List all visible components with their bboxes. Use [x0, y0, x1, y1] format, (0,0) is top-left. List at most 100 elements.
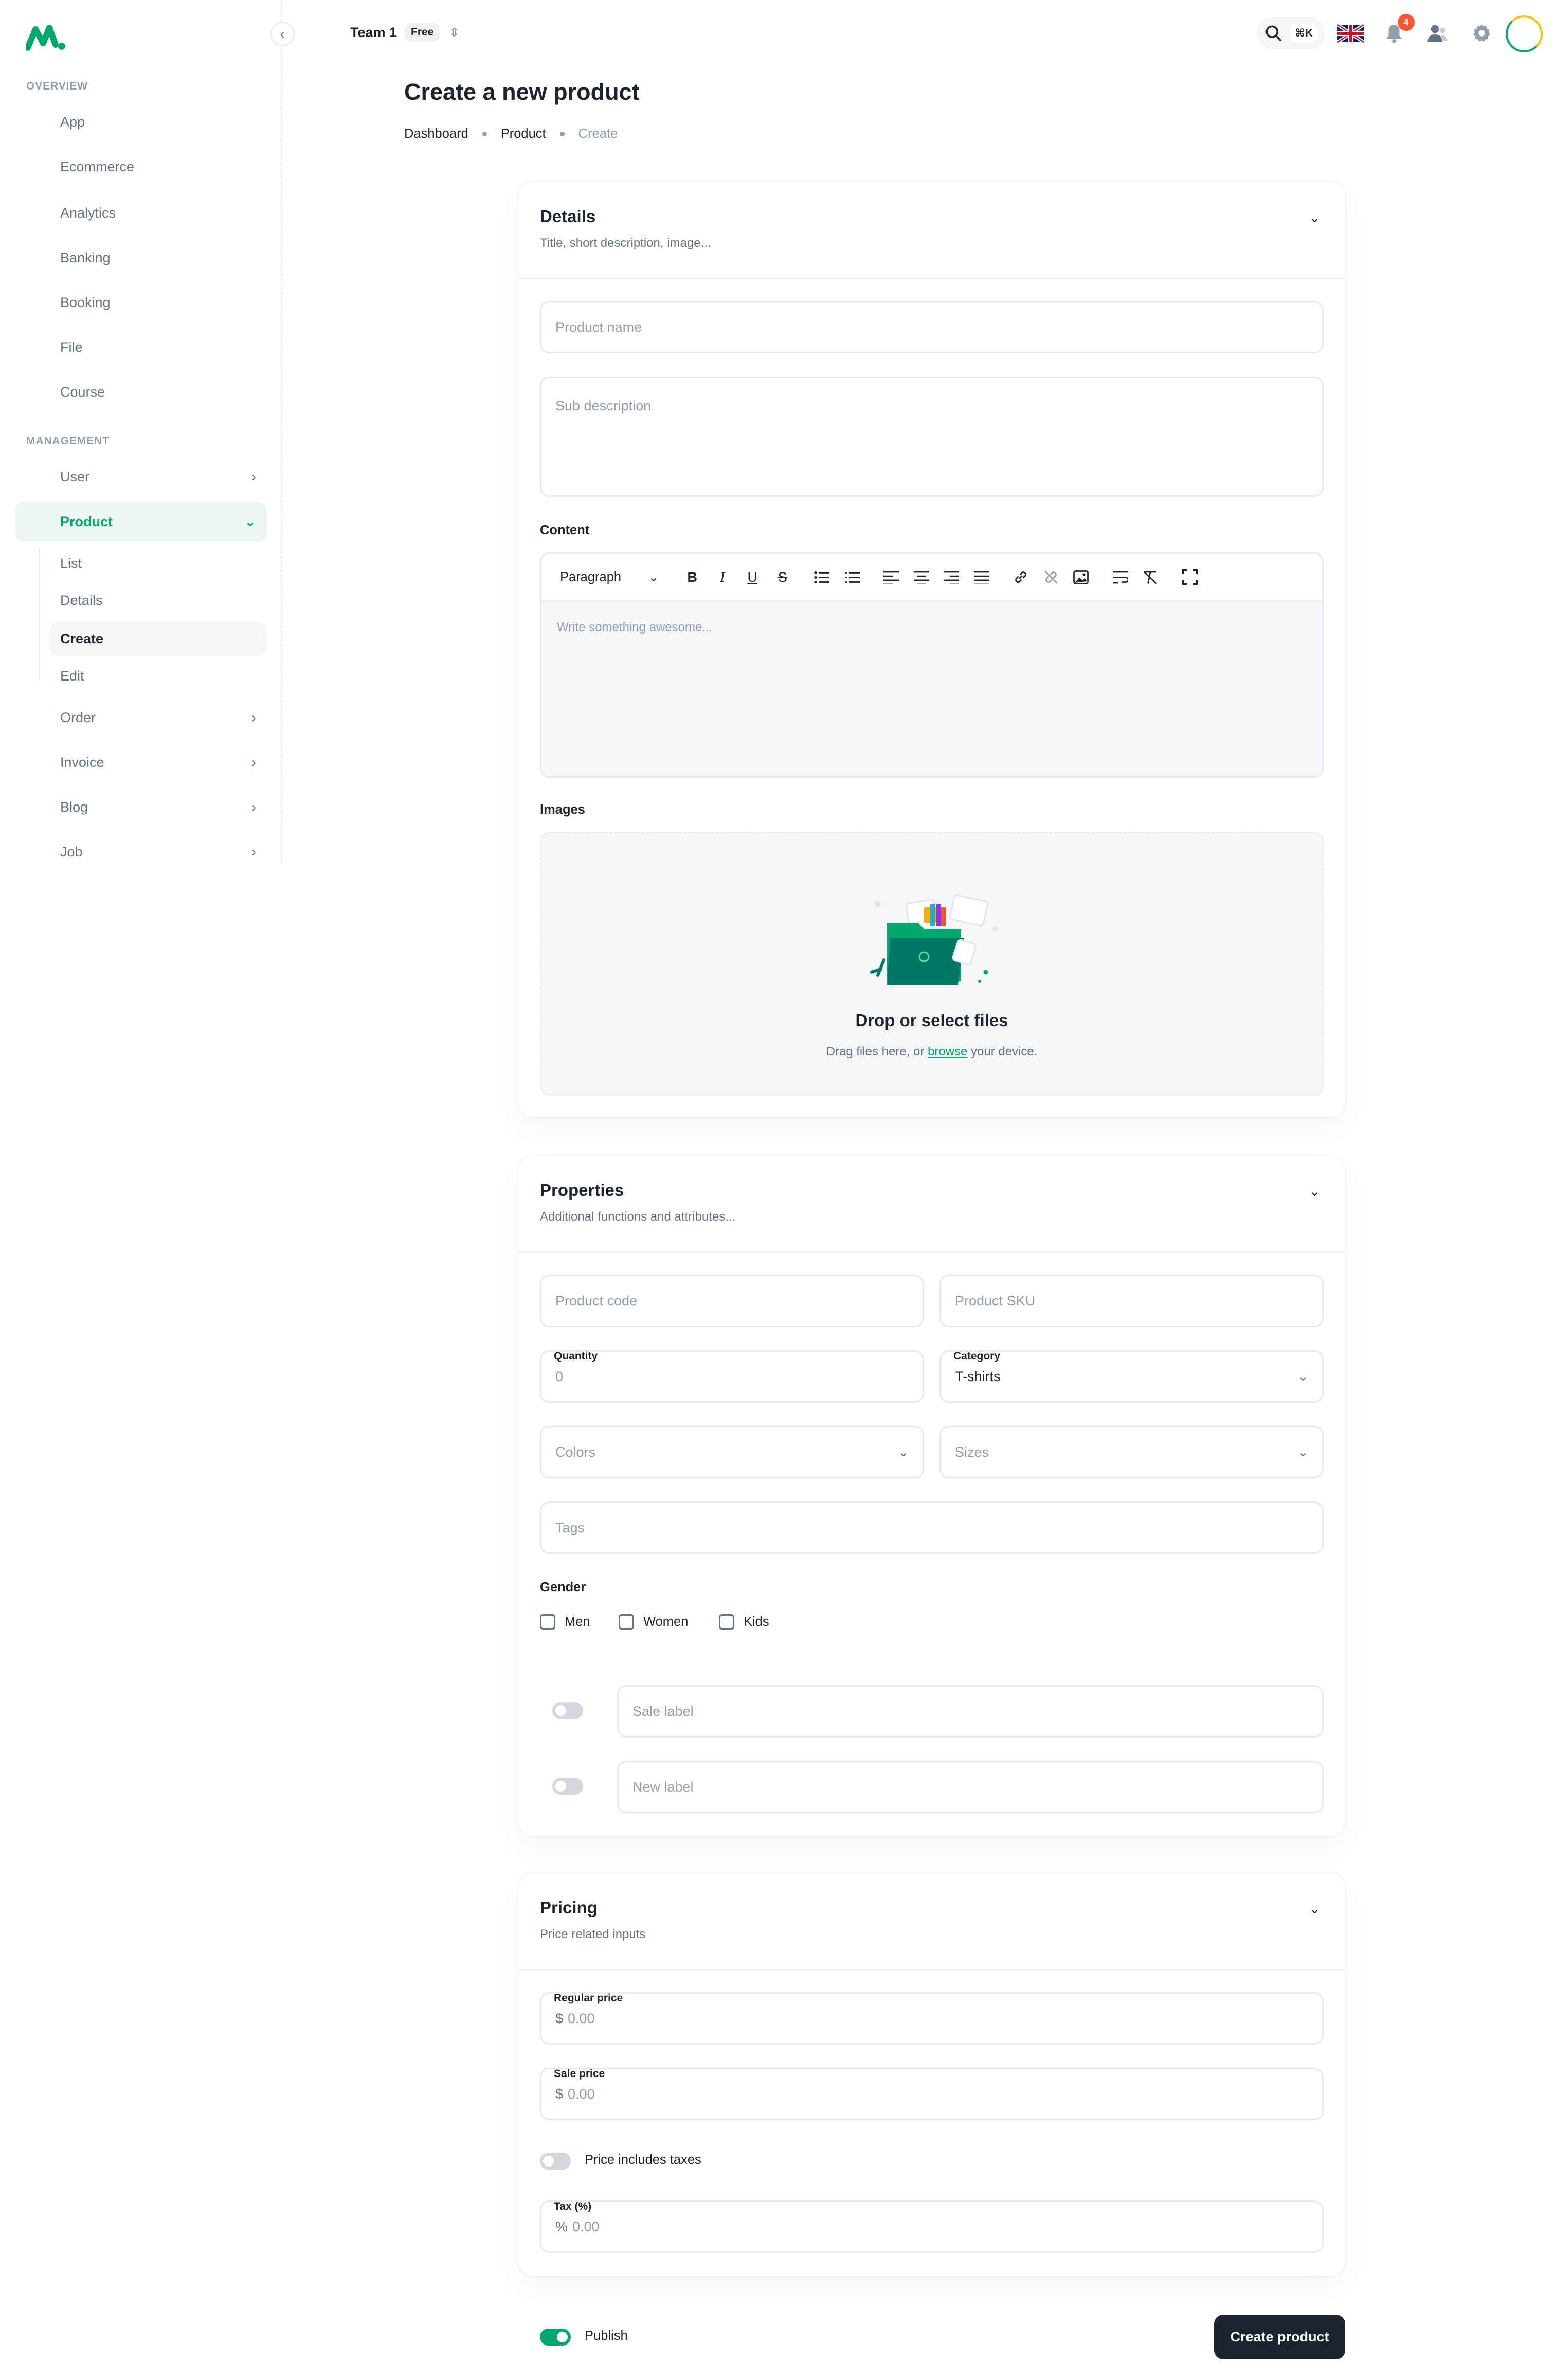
properties-title: Properties	[540, 1180, 624, 1200]
gender-label: Gender	[540, 1580, 586, 1595]
sidebar-item-course[interactable]: Course	[15, 372, 267, 412]
chevron-down-icon[interactable]: ⌄	[1309, 1184, 1321, 1200]
sidebar-subitem-edit[interactable]: Edit	[49, 659, 267, 693]
product-sku-field[interactable]: Product SKU	[939, 1275, 1324, 1327]
gender-women-checkbox[interactable]: Women	[619, 1614, 688, 1630]
paragraph-select[interactable]: Paragraph ⌄	[551, 570, 668, 585]
properties-subtitle: Additional functions and attributes...	[540, 1210, 736, 1224]
chevron-down-icon[interactable]: ⌄	[1309, 1901, 1321, 1917]
italic-icon[interactable]: I	[708, 563, 738, 592]
sidebar-item-invoice[interactable]: Invoice ›	[15, 742, 267, 782]
sale-label-field[interactable]: Sale label	[617, 1685, 1324, 1738]
underline-icon[interactable]: U	[737, 563, 768, 592]
sale-label-toggle[interactable]	[552, 1702, 583, 1719]
team-switcher[interactable]: Team 1 Free ⇕	[350, 23, 460, 42]
align-center-icon[interactable]	[907, 563, 937, 592]
new-label-field[interactable]: New label	[617, 1761, 1324, 1813]
product-code-field[interactable]: Product code	[540, 1275, 924, 1327]
rich-text-editor: Paragraph ⌄ B I U S Write something awes…	[540, 552, 1324, 778]
sub-description-placeholder: Sub description	[555, 398, 652, 414]
checkbox-box	[719, 1614, 734, 1630]
upload-dropzone[interactable]: Drop or select files Drag files here, or…	[540, 832, 1324, 1096]
quantity-field[interactable]: Quantity 0	[540, 1350, 924, 1403]
sale-label-placeholder: Sale label	[632, 1703, 694, 1719]
sidebar-item-booking[interactable]: Booking	[15, 282, 267, 323]
images-label: Images	[540, 802, 585, 817]
align-justify-icon[interactable]	[967, 563, 997, 592]
uk-flag-icon	[1337, 24, 1364, 43]
collapse-sidebar-button[interactable]: ‹	[270, 22, 295, 46]
category-select[interactable]: Category T-shirts ⌄	[939, 1350, 1324, 1403]
gender-kids-checkbox[interactable]: Kids	[719, 1614, 769, 1630]
sidebar-item-app[interactable]: App	[15, 102, 267, 142]
new-label-placeholder: New label	[632, 1779, 694, 1795]
fullscreen-icon[interactable]	[1175, 563, 1205, 592]
tax-field[interactable]: Tax (%) % 0.00	[540, 2200, 1324, 2253]
avatar[interactable]	[1506, 15, 1543, 52]
align-right-icon[interactable]	[936, 563, 967, 592]
search-button[interactable]: ⌘K	[1257, 17, 1325, 49]
sidebar-item-analytics[interactable]: Analytics	[15, 193, 267, 233]
price-includes-taxes-toggle[interactable]	[540, 2153, 571, 2170]
bold-icon[interactable]: B	[677, 563, 708, 592]
chevron-right-icon: ›	[251, 844, 256, 860]
sidebar-subitem-details[interactable]: Details	[49, 583, 267, 617]
pricing-card: Pricing Price related inputs ⌄ Regular p…	[518, 1873, 1345, 2276]
colors-select[interactable]: Colors ⌄	[540, 1426, 924, 1478]
sidebar-item-banking[interactable]: Banking	[15, 238, 267, 278]
link-icon[interactable]	[1006, 563, 1036, 592]
sale-price-field[interactable]: Sale price $ 0.00	[540, 2068, 1324, 2120]
sidebar-item-blog[interactable]: Blog ›	[15, 787, 267, 827]
text-wrap-icon[interactable]	[1106, 563, 1136, 592]
breadcrumb-product[interactable]: Product	[501, 127, 546, 141]
sidebar-item-ecommerce[interactable]: Ecommerce	[15, 147, 267, 187]
details-card: Details Title, short description, image.…	[518, 182, 1345, 1117]
breadcrumb: Dashboard Product Create	[404, 127, 618, 141]
new-label-toggle[interactable]	[552, 1778, 583, 1795]
chevron-left-icon: ‹	[280, 26, 285, 42]
currency-symbol: $	[555, 2010, 564, 2026]
settings-button[interactable]	[1469, 20, 1495, 46]
sidebar-item-order[interactable]: Order ›	[15, 697, 267, 738]
browse-link[interactable]: browse	[928, 1045, 967, 1059]
contacts-button[interactable]	[1424, 20, 1450, 46]
publish-toggle[interactable]	[540, 2329, 571, 2346]
brand-logo[interactable]	[26, 23, 66, 51]
bullet-list-icon[interactable]	[807, 563, 837, 592]
create-product-button[interactable]: Create product	[1214, 2315, 1345, 2359]
align-left-icon[interactable]	[876, 563, 907, 592]
nav-subheader-overview[interactable]: Overview	[26, 80, 88, 93]
ordered-list-icon[interactable]	[837, 563, 867, 592]
checkbox-label: Kids	[744, 1614, 769, 1629]
chevron-down-icon[interactable]: ⌄	[1309, 210, 1321, 226]
regular-price-field[interactable]: Regular price $ 0.00	[540, 1992, 1324, 2045]
nav-subheader-management[interactable]: Management	[26, 435, 110, 448]
unlink-icon[interactable]	[1036, 563, 1066, 592]
search-icon	[1265, 25, 1282, 42]
users-icon	[1427, 25, 1447, 42]
sidebar: ‹ Overview App Ecommerce Analytics Banki…	[0, 0, 295, 864]
sidebar-item-file[interactable]: File	[15, 327, 267, 367]
language-button[interactable]	[1337, 20, 1364, 46]
tags-field[interactable]: Tags	[540, 1501, 1324, 1554]
pricing-title: Pricing	[540, 1898, 598, 1917]
sidebar-subitem-list[interactable]: List	[49, 546, 267, 580]
checkbox-label: Men	[565, 1614, 590, 1629]
sidebar-item-user[interactable]: User ›	[15, 457, 267, 497]
sub-description-field[interactable]: Sub description	[540, 377, 1324, 497]
content-label: Content	[540, 523, 590, 538]
sidebar-item-job[interactable]: Job ›	[15, 832, 267, 872]
gender-men-checkbox[interactable]: Men	[540, 1614, 590, 1630]
product-name-field[interactable]: Product name	[540, 301, 1324, 353]
strikethrough-icon[interactable]: S	[768, 563, 798, 592]
sizes-select[interactable]: Sizes ⌄	[939, 1426, 1324, 1478]
sidebar-subitem-create[interactable]: Create	[49, 622, 267, 656]
image-icon[interactable]	[1066, 563, 1096, 592]
card-divider	[518, 278, 1345, 279]
breadcrumb-dashboard[interactable]: Dashboard	[404, 127, 468, 141]
chevron-down-icon: ⌄	[244, 513, 256, 529]
clear-format-icon[interactable]	[1135, 563, 1166, 592]
sidebar-item-product[interactable]: Product ⌄	[15, 502, 267, 542]
editor-placeholder: Write something awesome...	[557, 620, 713, 634]
editor-body[interactable]: Write something awesome...	[541, 602, 1322, 776]
